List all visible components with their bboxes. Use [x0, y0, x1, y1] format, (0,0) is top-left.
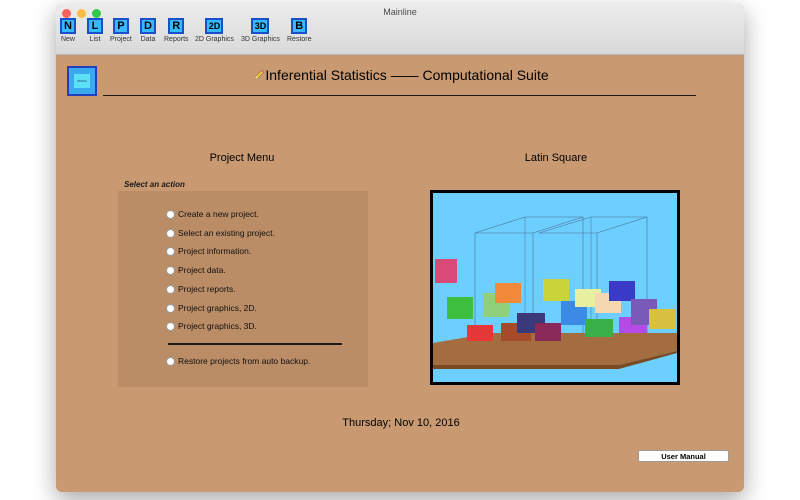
- radio-label: Select an existing project.: [178, 228, 275, 238]
- radio-create-project[interactable]: Create a new project.: [166, 209, 259, 219]
- radio-project-reports[interactable]: Project reports.: [166, 284, 236, 294]
- current-date: Thursday; Nov 10, 2016: [342, 417, 460, 429]
- toolbar-label: 2D Graphics: [195, 36, 234, 43]
- radio-button[interactable]: [166, 321, 175, 331]
- radio-project-data[interactable]: Project data.: [166, 265, 226, 275]
- radio-label: Project graphics, 2D.: [178, 303, 257, 313]
- toolbar-project-button[interactable]: P Project: [110, 18, 132, 43]
- radio-button[interactable]: [166, 265, 175, 275]
- action-divider: [168, 343, 342, 345]
- pencil-icon: [254, 69, 265, 80]
- reports-icon: R: [168, 18, 185, 34]
- radio-label: Project reports.: [178, 284, 236, 294]
- radio-project-graphics-3d[interactable]: Project graphics, 3D.: [166, 321, 257, 331]
- main-window: Mainline N New L List P Project D Data R…: [56, 4, 744, 492]
- latin-square-heading: Latin Square: [524, 152, 588, 164]
- title-bar: Mainline N New L List P Project D Data R…: [56, 4, 744, 55]
- radio-button[interactable]: [166, 228, 175, 238]
- page-title: Inferential Statistics —— Computational …: [236, 67, 566, 83]
- list-icon: L: [87, 18, 103, 34]
- toolbar-2d-graphics-button[interactable]: 2D 2D Graphics: [195, 18, 234, 43]
- toolbar-3d-graphics-button[interactable]: 3D 3D Graphics: [241, 18, 280, 43]
- radio-select-project[interactable]: Select an existing project.: [166, 228, 275, 238]
- toolbar-label: Data: [140, 36, 156, 43]
- toolbar-label: Project: [110, 36, 132, 43]
- latin-square-image: [430, 190, 680, 385]
- toolbar-label: Reports: [164, 36, 189, 43]
- page-title-text: Inferential Statistics —— Computational …: [265, 67, 549, 83]
- action-group-label: Select an action: [124, 180, 185, 189]
- action-panel: Create a new project. Select an existing…: [118, 191, 368, 387]
- app-logo: SMCSI: [67, 66, 97, 96]
- radio-project-graphics-2d[interactable]: Project graphics, 2D.: [166, 303, 257, 313]
- toolbar-new-button[interactable]: N New: [60, 18, 76, 43]
- main-content: SMCSI Inferential Statistics —— Computat…: [56, 55, 744, 492]
- window-title: Mainline: [383, 7, 417, 17]
- toolbar: N New L List P Project D Data R Reports …: [56, 18, 744, 52]
- radio-button[interactable]: [166, 209, 175, 219]
- radio-label: Create a new project.: [178, 209, 259, 219]
- radio-restore-backup[interactable]: Restore projects from auto backup.: [166, 356, 310, 366]
- radio-label: Project graphics, 3D.: [178, 321, 257, 331]
- radio-button[interactable]: [166, 356, 175, 366]
- toolbar-label: 3D Graphics: [241, 36, 280, 43]
- toolbar-reports-button[interactable]: R Reports: [164, 18, 189, 43]
- toolbar-label: Restore: [287, 36, 312, 43]
- title-divider: [103, 95, 696, 96]
- restore-icon: B: [291, 18, 308, 34]
- project-menu-heading: Project Menu: [209, 152, 275, 164]
- radio-label: Project data.: [178, 265, 226, 275]
- user-manual-button[interactable]: User Manual: [638, 450, 729, 462]
- radio-button[interactable]: [166, 303, 175, 313]
- toolbar-data-button[interactable]: D Data: [140, 18, 156, 43]
- toolbar-restore-button[interactable]: B Restore: [287, 18, 312, 43]
- radio-label: Restore projects from auto backup.: [178, 356, 311, 366]
- radio-button[interactable]: [166, 284, 175, 294]
- project-icon: P: [112, 18, 129, 34]
- toolbar-list-button[interactable]: L List: [87, 18, 103, 43]
- radio-label: Project information.: [178, 246, 252, 256]
- toolbar-label: New: [60, 36, 75, 43]
- radio-button[interactable]: [166, 246, 175, 256]
- 3d-graphics-icon: 3D: [251, 18, 270, 34]
- 2d-graphics-icon: 2D: [205, 18, 224, 34]
- logo-text: SMCSI: [74, 74, 90, 88]
- toolbar-label: List: [89, 36, 101, 43]
- radio-project-information[interactable]: Project information.: [166, 246, 251, 256]
- data-icon: D: [140, 18, 156, 34]
- latin-square-plot: [433, 193, 677, 382]
- new-icon: N: [60, 18, 76, 34]
